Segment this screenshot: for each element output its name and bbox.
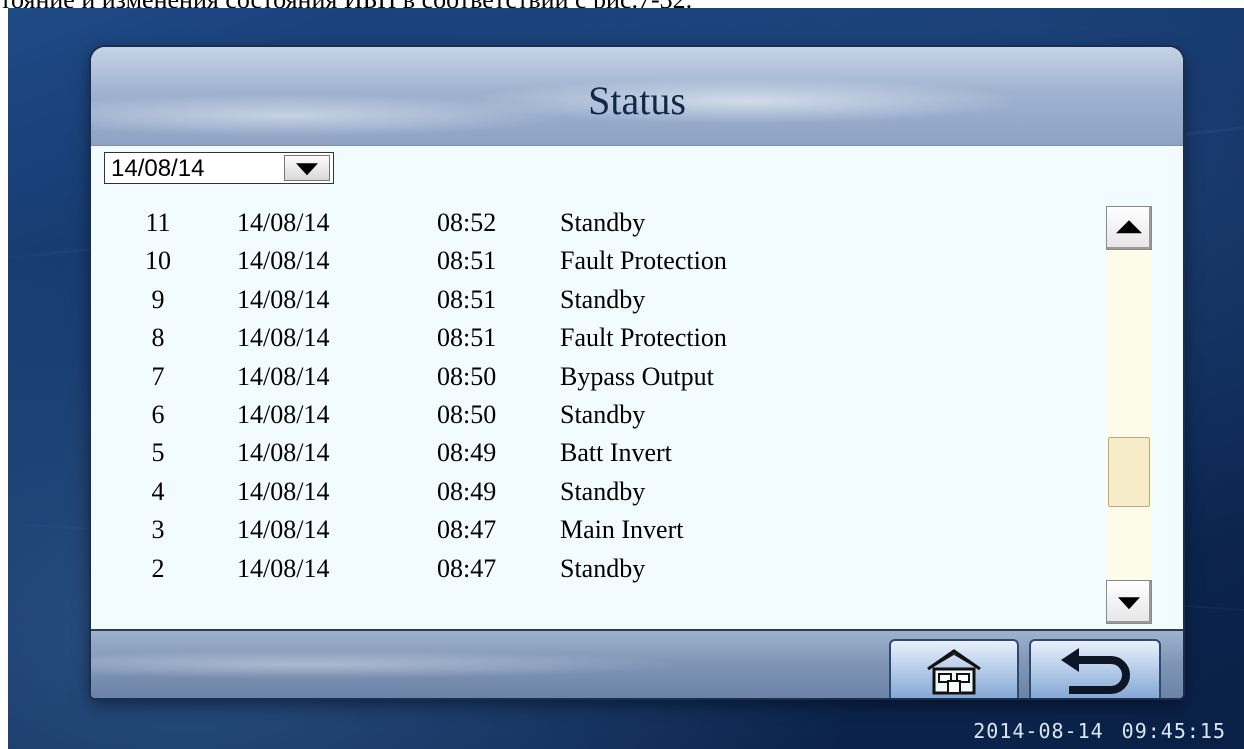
arrow-up-icon: [1116, 220, 1142, 234]
log-time: 08:51: [437, 323, 497, 353]
log-row: 4 14/08/14 08:49 Standby: [91, 475, 1091, 513]
log-time: 08:52: [437, 208, 497, 237]
log-date: 14/08/14: [237, 399, 330, 429]
arrow-down-icon: [1118, 597, 1140, 610]
log-status: Fault Protection: [560, 323, 727, 353]
dropdown-button[interactable]: [284, 155, 330, 181]
log-status: Batt Invert: [560, 438, 672, 468]
log-date: 14/08/14: [237, 284, 330, 314]
log-number: 6: [151, 399, 165, 429]
log-date: 14/08/14: [237, 438, 330, 468]
log-row: 9 14/08/14 08:51 Standby: [91, 283, 1091, 321]
log-row: 2 14/08/14 08:47 Standby: [91, 552, 1091, 590]
log-status: Standby: [560, 553, 646, 583]
log-status: Fault Protection: [560, 246, 727, 276]
log-row: 3 14/08/14 08:47 Main Invert: [91, 513, 1091, 551]
back-button[interactable]: [1029, 639, 1161, 698]
log-number: 7: [151, 361, 165, 391]
log-time: 08:50: [437, 399, 497, 429]
log-date: 14/08/14: [237, 323, 330, 353]
log-number: 5: [151, 438, 165, 468]
log-date: 14/08/14: [237, 476, 330, 506]
log-status: Main Invert: [560, 515, 684, 545]
system-clock: 2014-08-14 09:45:15: [955, 719, 1226, 743]
panel-header: Status: [91, 47, 1183, 146]
log-row: 7 14/08/14 08:50 Bypass Output: [91, 360, 1091, 398]
log-row: 11 14/08/14 08:52 Standby: [91, 206, 1091, 244]
log-date: 14/08/14: [237, 361, 330, 391]
scroll-down-button[interactable]: [1106, 580, 1152, 624]
home-button[interactable]: [889, 639, 1019, 698]
log-row: 6 14/08/14 08:50 Standby: [91, 398, 1091, 436]
log-time: 08:47: [437, 515, 497, 545]
log-number: 10: [145, 246, 171, 276]
log-row: 10 14/08/14 08:51 Fault Protection: [91, 244, 1091, 282]
log-row: 5 14/08/14 08:49 Batt Invert: [91, 436, 1091, 474]
log-status: Standby: [560, 284, 646, 314]
hmi-screen: Status 14/08/14 11 14/08/14 08:52 Standby 10…: [8, 8, 1244, 749]
log-time: 08:51: [437, 284, 497, 314]
log-status: Standby: [560, 399, 646, 429]
date-filter-value: 14/08/14: [111, 155, 205, 182]
home-icon: [927, 649, 981, 695]
chevron-down-icon: [296, 163, 318, 176]
status-log-list: 11 14/08/14 08:52 Standby 10 14/08/14 08:51 Fau…: [91, 206, 1091, 590]
clock-time: 09:45:15: [1121, 719, 1226, 743]
status-panel: Status 14/08/14 11 14/08/14 08:52 Standby 10…: [91, 47, 1183, 698]
log-row: 8 14/08/14 08:51 Fault Protection: [91, 321, 1091, 359]
log-status: Standby: [560, 208, 646, 237]
log-time: 08:49: [437, 438, 497, 468]
log-time: 08:51: [437, 246, 497, 276]
log-number: 4: [151, 476, 165, 506]
page-title: Status: [588, 78, 686, 123]
log-date: 14/08/14: [237, 246, 330, 276]
log-number: 9: [151, 284, 165, 314]
scrollbar[interactable]: [1106, 206, 1152, 624]
log-date: 14/08/14: [237, 553, 330, 583]
panel-footer: [91, 629, 1183, 698]
log-status: Bypass Output: [560, 361, 714, 391]
log-date: 14/08/14: [237, 515, 330, 545]
scroll-up-button[interactable]: [1106, 206, 1152, 250]
log-time: 08:47: [437, 553, 497, 583]
back-arrow-icon: [1061, 648, 1130, 694]
log-number: 8: [151, 323, 165, 353]
log-number: 3: [151, 515, 165, 545]
log-status: Standby: [560, 476, 646, 506]
clock-date: 2014-08-14: [973, 719, 1104, 743]
log-date: 14/08/14: [237, 208, 330, 237]
log-time: 08:49: [437, 476, 497, 506]
log-number: 11: [145, 208, 171, 237]
date-filter-dropdown[interactable]: 14/08/14: [104, 152, 334, 184]
log-number: 2: [151, 553, 165, 583]
scrollbar-thumb[interactable]: [1108, 437, 1150, 507]
log-time: 08:50: [437, 361, 497, 391]
